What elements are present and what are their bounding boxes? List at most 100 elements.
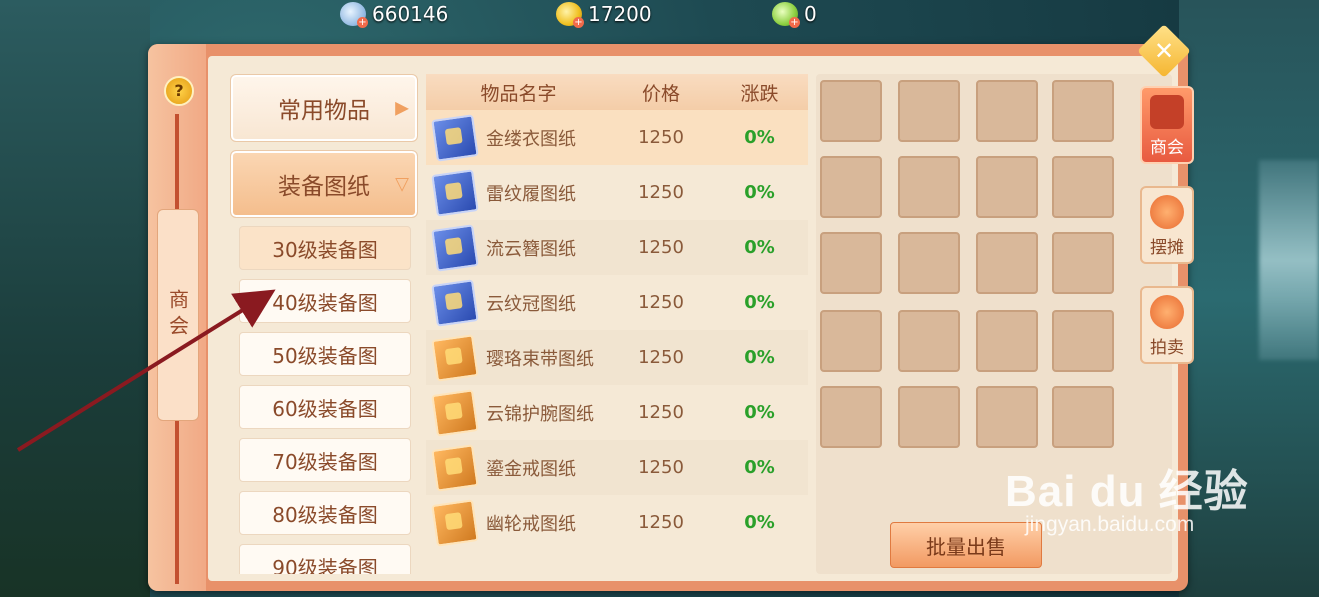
inventory-slot[interactable] <box>976 156 1038 218</box>
rail-title: 商会 <box>157 209 199 421</box>
inventory-slot[interactable] <box>820 386 882 448</box>
subcategory-level-80[interactable]: 80级装备图 <box>239 491 411 535</box>
inventory-slot[interactable] <box>820 80 882 142</box>
currency-jade-value: 0 <box>804 2 817 26</box>
item-name: 金缕衣图纸 <box>486 128 576 150</box>
item-price: 1250 <box>638 402 684 423</box>
header-item-name: 物品名字 <box>480 82 557 105</box>
chevron-down-icon: ▽ <box>395 173 409 195</box>
item-price: 1250 <box>638 457 684 478</box>
table-header: 物品名字 价格 涨跌 <box>426 74 808 110</box>
gold-ingot-icon: + <box>556 2 584 28</box>
tab-guild[interactable]: 商会 <box>1140 86 1194 164</box>
item-change: 0% <box>744 237 775 258</box>
item-change: 0% <box>744 127 775 148</box>
header-change: 涨跌 <box>740 82 779 105</box>
blueprint-book-icon <box>431 278 479 327</box>
inventory-slot[interactable] <box>820 156 882 218</box>
item-price: 1250 <box>638 237 684 258</box>
table-row[interactable]: 云锦护腕图纸 1250 0% <box>426 385 808 440</box>
category-equipment-blueprints[interactable]: 装备图纸 ▽ <box>230 150 418 218</box>
table-row[interactable]: 云纹冠图纸 1250 0% <box>426 275 808 330</box>
item-price: 1250 <box>638 127 684 148</box>
table-row[interactable]: 幽轮戒图纸 1250 0% <box>426 495 808 550</box>
table-row[interactable]: 金缕衣图纸 1250 0% <box>426 110 808 165</box>
inventory-slot[interactable] <box>976 232 1038 294</box>
item-name: 璎珞束带图纸 <box>486 348 594 370</box>
category-label: 常用物品 <box>278 98 370 124</box>
currency-silver-value: 660146 <box>372 2 449 26</box>
guild-icon <box>1150 95 1184 129</box>
item-price: 1250 <box>638 182 684 203</box>
silver-coin-icon: + <box>340 2 368 28</box>
background-scenery-left <box>0 0 150 597</box>
item-name: 云锦护腕图纸 <box>486 403 594 425</box>
currency-gold-value: 17200 <box>588 2 652 26</box>
item-price: 1250 <box>638 292 684 313</box>
item-price: 1250 <box>638 512 684 533</box>
item-change: 0% <box>744 347 775 368</box>
close-icon: ✕ <box>1153 37 1175 65</box>
subcategory-level-90[interactable]: 90级装备图 <box>239 544 411 574</box>
table-body: 金缕衣图纸 1250 0% 雷纹履图纸 1250 0% 流云簪图纸 1250 0… <box>426 110 808 550</box>
auction-coins-icon <box>1150 295 1184 329</box>
inventory-slot[interactable] <box>1052 156 1114 218</box>
subcategory-level-60[interactable]: 60级装备图 <box>239 385 411 429</box>
blueprint-book-icon <box>431 388 479 437</box>
inventory-slot[interactable] <box>898 386 960 448</box>
inventory-slot[interactable] <box>1052 310 1114 372</box>
header-price: 价格 <box>641 82 680 105</box>
tab-auction[interactable]: 拍卖 <box>1140 286 1194 364</box>
blueprint-book-icon <box>431 498 479 547</box>
tab-label: 商会 <box>1150 138 1184 158</box>
inventory-slot[interactable] <box>898 80 960 142</box>
category-label: 装备图纸 <box>278 174 370 200</box>
chevron-right-icon: ▶ <box>395 97 409 119</box>
left-rail: ? 商会 <box>148 44 206 591</box>
inventory-slot[interactable] <box>820 232 882 294</box>
item-name: 云纹冠图纸 <box>486 293 576 315</box>
subcategory-level-30[interactable]: 30级装备图 <box>239 226 411 270</box>
baidu-watermark: Bai du 经验 jingyan.baidu.com <box>1005 455 1249 537</box>
subcategory-level-40[interactable]: 40级装备图 <box>239 279 411 323</box>
help-button[interactable]: ? <box>164 76 194 106</box>
subcategory-level-70[interactable]: 70级装备图 <box>239 438 411 482</box>
table-row[interactable]: 璎珞束带图纸 1250 0% <box>426 330 808 385</box>
watermark-logo: Bai du 经验 <box>1005 467 1249 516</box>
inventory-slot[interactable] <box>1052 80 1114 142</box>
inventory-slot[interactable] <box>898 156 960 218</box>
table-row[interactable]: 鎏金戒图纸 1250 0% <box>426 440 808 495</box>
subcategory-level-50[interactable]: 50级装备图 <box>239 332 411 376</box>
tab-label: 拍卖 <box>1150 338 1184 358</box>
item-name: 鎏金戒图纸 <box>486 458 576 480</box>
category-common-items[interactable]: 常用物品 ▶ <box>230 74 418 142</box>
jade-coin-icon: + <box>772 2 800 28</box>
item-change: 0% <box>744 512 775 533</box>
inventory-slot[interactable] <box>976 310 1038 372</box>
close-button[interactable]: ✕ <box>1137 24 1191 78</box>
table-row[interactable]: 雷纹履图纸 1250 0% <box>426 165 808 220</box>
table-row[interactable]: 流云簪图纸 1250 0% <box>426 220 808 275</box>
item-price: 1250 <box>638 347 684 368</box>
category-list[interactable]: 常用物品 ▶ 装备图纸 ▽ 30级装备图 40级装备图 50级装备图 60级装备… <box>230 74 426 574</box>
item-change: 0% <box>744 457 775 478</box>
blueprint-book-icon <box>431 223 479 272</box>
tab-label: 摆摊 <box>1150 238 1184 258</box>
stall-coins-icon <box>1150 195 1184 229</box>
inventory-slot[interactable] <box>1052 386 1114 448</box>
tab-stall[interactable]: 摆摊 <box>1140 186 1194 264</box>
currency-jade[interactable]: + 0 <box>772 0 817 28</box>
item-table[interactable]: 物品名字 价格 涨跌 金缕衣图纸 1250 0% 雷纹履图纸 1250 0% 流… <box>426 74 808 574</box>
inventory-slot[interactable] <box>898 232 960 294</box>
background-waterfall <box>1259 160 1319 360</box>
currency-gold[interactable]: + 17200 <box>556 0 652 28</box>
blueprint-book-icon <box>431 443 479 492</box>
currency-silver[interactable]: + 660146 <box>340 0 448 28</box>
item-name: 幽轮戒图纸 <box>486 513 576 535</box>
inventory-slot[interactable] <box>1052 232 1114 294</box>
inventory-slot[interactable] <box>820 310 882 372</box>
inventory-slot[interactable] <box>976 386 1038 448</box>
inventory-slot[interactable] <box>976 80 1038 142</box>
inventory-slot[interactable] <box>898 310 960 372</box>
item-change: 0% <box>744 292 775 313</box>
